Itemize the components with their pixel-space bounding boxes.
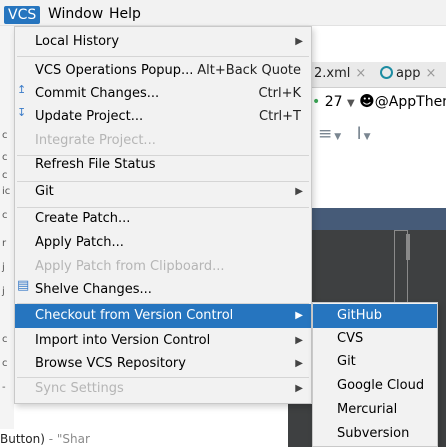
- menu-item-git[interactable]: Git ▶: [15, 180, 311, 204]
- editor-tab-xml[interactable]: 2.xml ×: [314, 66, 366, 81]
- menu-item-apply-patch[interactable]: Apply Patch...: [15, 231, 311, 255]
- theme-toolbar: • 27 ▼ ☻@AppThen: [312, 92, 446, 118]
- menu-item-label: Sync Settings: [35, 381, 124, 396]
- menubar-help[interactable]: Help: [105, 4, 145, 24]
- editor-tab-app[interactable]: app ×: [380, 66, 436, 81]
- gutter-char: c: [2, 152, 8, 163]
- menu-item-label: Commit Changes...: [35, 86, 160, 101]
- menubar-vcs[interactable]: VCS: [4, 6, 41, 24]
- preview-scrollbar[interactable]: [406, 234, 410, 260]
- menu-item-browse-vcs-repo[interactable]: Browse VCS Repository ▶: [15, 352, 311, 376]
- submenu-item-git[interactable]: Git: [313, 350, 437, 374]
- gutter-char: j: [2, 262, 5, 273]
- submenu-arrow-icon: ▶: [295, 36, 303, 47]
- submenu-item-label: Subversion: [337, 426, 410, 441]
- menu-item-update-project[interactable]: ↧ Update Project... Ctrl+T: [15, 105, 311, 129]
- theme-icon: ☻: [359, 92, 375, 110]
- menu-item-integrate-project: Integrate Project...: [15, 129, 311, 153]
- theme-label[interactable]: @AppThen: [375, 94, 446, 110]
- gutter-char: c: [2, 130, 8, 141]
- tab-label: 2.xml: [314, 66, 351, 81]
- menu-item-import-vcs[interactable]: Import into Version Control ▶: [15, 329, 311, 353]
- menu-item-label: Integrate Project...: [35, 133, 156, 148]
- menu-item-local-history[interactable]: Local History ▶: [15, 30, 311, 54]
- menu-item-label: Browse VCS Repository: [35, 356, 186, 371]
- code-line: Button) - "Shar: [0, 432, 90, 446]
- menu-item-label: Update Project...: [35, 109, 144, 124]
- submenu-arrow-icon: ▶: [295, 310, 303, 321]
- menu-item-sync-settings: Sync Settings ▶: [15, 377, 311, 401]
- layout-toolbar: ≡▼ I▼: [318, 124, 373, 144]
- menu-item-shelve-changes[interactable]: ▤ Shelve Changes...: [15, 278, 311, 302]
- gutter-char: c: [2, 210, 8, 221]
- close-icon[interactable]: ×: [425, 66, 436, 81]
- gutter-char: -: [2, 382, 6, 393]
- menubar: VCS Window Help: [0, 0, 446, 26]
- shelve-icon: ▤: [17, 278, 30, 293]
- submenu-item-label: Google Cloud: [337, 378, 425, 393]
- menu-item-shortcut: Ctrl+K: [258, 86, 301, 101]
- gutter-char: j: [2, 286, 5, 297]
- bullet-icon: •: [312, 94, 321, 110]
- gutter-char: c: [2, 358, 8, 369]
- close-icon[interactable]: ×: [355, 66, 366, 81]
- submenu-arrow-icon: ▶: [295, 186, 303, 197]
- submenu-item-mercurial[interactable]: Mercurial: [313, 398, 437, 422]
- vcs-menu: Local History ▶ VCS Operations Popup... …: [14, 26, 312, 404]
- menu-item-label: Git: [35, 184, 54, 199]
- submenu-item-google-cloud[interactable]: Google Cloud: [313, 374, 437, 398]
- module-icon: [380, 66, 393, 79]
- submenu-arrow-icon: ▶: [295, 383, 303, 394]
- editor-tabstrip: 2.xml × app ×: [312, 62, 446, 88]
- submenu-item-github[interactable]: GitHub: [313, 304, 437, 328]
- menu-item-label: Apply Patch from Clipboard...: [35, 259, 225, 274]
- menu-item-create-patch[interactable]: Create Patch...: [15, 207, 311, 231]
- menu-item-label: Create Patch...: [35, 211, 131, 226]
- gutter-char: c: [2, 170, 8, 181]
- submenu-item-subversion[interactable]: Subversion: [313, 422, 437, 446]
- menu-item-shortcut: Alt+Back Quote: [197, 63, 301, 78]
- menu-item-refresh-file-status[interactable]: Refresh File Status: [15, 153, 311, 177]
- gutter-char: r: [2, 238, 7, 249]
- gutter-char: ic: [2, 186, 11, 197]
- menubar-window[interactable]: Window: [44, 4, 107, 24]
- text-icon[interactable]: I: [357, 124, 364, 144]
- submenu-item-label: Mercurial: [337, 402, 398, 417]
- submenu-item-cvs[interactable]: CVS: [313, 327, 437, 351]
- tab-label: app: [396, 66, 421, 81]
- submenu-arrow-icon: ▶: [295, 358, 303, 369]
- submenu-item-label: Git: [337, 354, 356, 369]
- menu-item-label: Local History: [35, 34, 120, 49]
- menu-item-checkout-vcs[interactable]: Checkout from Version Control ▶: [15, 304, 311, 328]
- menu-item-label: Apply Patch...: [35, 235, 124, 250]
- code-token: Button): [0, 432, 45, 446]
- chevron-down-icon[interactable]: ▼: [334, 132, 343, 142]
- menu-item-label: VCS Operations Popup...: [35, 63, 194, 78]
- menu-item-label: Shelve Changes...: [35, 282, 152, 297]
- update-icon: ↧: [17, 106, 27, 119]
- chevron-down-icon[interactable]: ▼: [364, 132, 373, 142]
- checkout-submenu: GitHub CVS Git Google Cloud Mercurial Su…: [312, 302, 438, 447]
- gutter-char: c: [2, 334, 8, 345]
- menu-separator: [17, 56, 309, 57]
- submenu-arrow-icon: ▶: [295, 335, 303, 346]
- chevron-down-icon[interactable]: ▼: [347, 98, 355, 109]
- menu-item-label: Checkout from Version Control: [35, 308, 234, 323]
- menu-item-commit-changes[interactable]: ↥ Commit Changes... Ctrl+K: [15, 82, 311, 106]
- menu-item-label: Refresh File Status: [35, 157, 156, 172]
- menu-item-shortcut: Ctrl+T: [259, 109, 301, 124]
- submenu-item-label: CVS: [337, 331, 364, 346]
- menu-item-label: Import into Version Control: [35, 333, 211, 348]
- submenu-item-label: GitHub: [337, 308, 383, 323]
- menu-item-apply-patch-clipboard: Apply Patch from Clipboard...: [15, 255, 311, 279]
- code-string: - "Shar: [44, 432, 90, 446]
- menu-item-vcs-operations-popup[interactable]: VCS Operations Popup... Alt+Back Quote: [15, 59, 311, 83]
- left-gutter: c c c ic c r j j c c -: [0, 26, 14, 429]
- commit-icon: ↥: [17, 83, 27, 96]
- align-icon[interactable]: ≡: [318, 124, 334, 144]
- api-level[interactable]: 27: [325, 94, 343, 110]
